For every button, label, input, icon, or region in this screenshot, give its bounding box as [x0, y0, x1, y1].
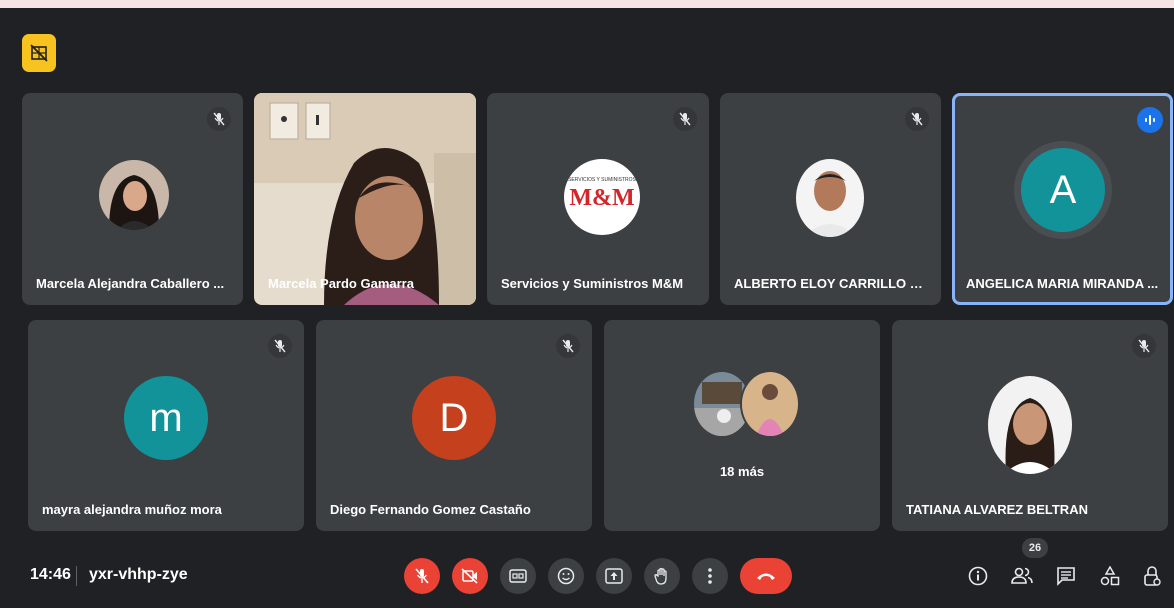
- more-participants-label: 18 más: [719, 464, 765, 479]
- divider: [76, 566, 77, 586]
- mic-off-icon: [1132, 334, 1156, 358]
- no-video-badge-icon[interactable]: [22, 34, 56, 72]
- participant-tile-active-speaker[interactable]: A ANGELICA MARIA MIRANDA ...: [952, 93, 1173, 305]
- present-icon[interactable]: [596, 558, 632, 594]
- people-icon[interactable]: [1006, 560, 1038, 592]
- participant-tile[interactable]: m mayra alejandra muñoz mora: [28, 320, 304, 531]
- mic-off-icon: [905, 107, 929, 131]
- avatar: m: [124, 376, 208, 460]
- participant-name: TATIANA ALVAREZ BELTRAN: [906, 502, 1088, 517]
- participant-video-tile[interactable]: Marcela Pardo Gamarra: [254, 93, 476, 305]
- participant-name: Diego Fernando Gomez Castaño: [330, 502, 531, 517]
- video-off-icon[interactable]: [452, 558, 488, 594]
- audio-level-icon: [1137, 107, 1163, 133]
- meeting-time: 14:46: [30, 566, 71, 583]
- activities-icon[interactable]: [1094, 560, 1126, 592]
- mic-off-icon: [268, 334, 292, 358]
- info-icon[interactable]: [962, 560, 994, 592]
- avatar: [99, 160, 169, 230]
- mic-off-icon[interactable]: [404, 558, 440, 594]
- avatar: D: [412, 376, 496, 460]
- control-bar: 14:46 yxr-vhhp-zye 26: [0, 538, 1174, 608]
- participant-tile[interactable]: Marcela Alejandra Caballero ...: [22, 93, 243, 305]
- mic-off-icon: [556, 334, 580, 358]
- video-feed: [254, 93, 476, 305]
- emoji-icon[interactable]: [548, 558, 584, 594]
- raise-hand-icon[interactable]: [644, 558, 680, 594]
- participant-name: ANGELICA MARIA MIRANDA ...: [966, 276, 1159, 291]
- chat-icon[interactable]: [1050, 560, 1082, 592]
- logo-small-text: SERVICIOS Y SUMINISTROS: [568, 177, 636, 183]
- company-logo-avatar: SERVICIOS Y SUMINISTROS M&M: [564, 159, 640, 235]
- logo-main-text: M&M: [569, 185, 635, 211]
- host-controls-icon[interactable]: [1136, 560, 1168, 592]
- avatar: [796, 159, 864, 237]
- more-options-icon[interactable]: [692, 558, 728, 594]
- avatar: A: [1021, 148, 1105, 232]
- participant-tile[interactable]: TATIANA ALVAREZ BELTRAN: [892, 320, 1168, 531]
- avatar: [988, 376, 1072, 474]
- mic-off-icon: [207, 107, 231, 131]
- participant-name: mayra alejandra muñoz mora: [42, 502, 222, 517]
- participant-name: ALBERTO ELOY CARRILLO VA...: [734, 276, 929, 291]
- participant-name: Marcela Alejandra Caballero ...: [36, 276, 225, 291]
- hang-up-icon[interactable]: [740, 558, 792, 594]
- participant-tile[interactable]: ALBERTO ELOY CARRILLO VA...: [720, 93, 941, 305]
- avatar: [740, 370, 800, 438]
- top-border: [0, 0, 1174, 8]
- meeting-code: yxr-vhhp-zye: [89, 566, 188, 583]
- participant-name: Marcela Pardo Gamarra: [268, 276, 414, 291]
- participant-tile[interactable]: SERVICIOS Y SUMINISTROS M&M Servicios y …: [487, 93, 709, 305]
- participants-count-badge: 26: [1022, 538, 1048, 558]
- participant-tile[interactable]: D Diego Fernando Gomez Castaño: [316, 320, 592, 531]
- mic-off-icon: [673, 107, 697, 131]
- participant-name: Servicios y Suministros M&M: [501, 276, 684, 291]
- more-participants-tile[interactable]: 18 más: [604, 320, 880, 531]
- captions-icon[interactable]: [500, 558, 536, 594]
